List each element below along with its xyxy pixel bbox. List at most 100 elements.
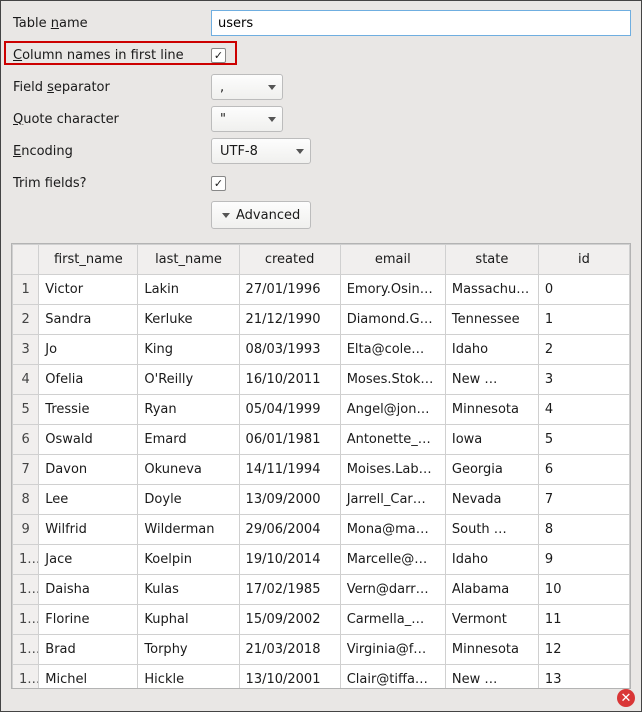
advanced-button[interactable]: Advanced	[211, 201, 311, 229]
preview-table-wrap: first_name last_name created email state…	[11, 243, 631, 689]
encoding-combo[interactable]: UTF-8	[211, 138, 311, 164]
cell-email: Mona@ma…	[340, 515, 445, 545]
cell-last_name: Wilderman	[138, 515, 239, 545]
cell-first_name: Ofelia	[39, 365, 138, 395]
cell-state: Iowa	[445, 425, 538, 455]
cell-last_name: Okuneva	[138, 455, 239, 485]
cell-first_name: Michel	[39, 665, 138, 690]
row-number: 9	[13, 515, 39, 545]
col-header[interactable]: state	[445, 245, 538, 275]
cell-last_name: Torphy	[138, 635, 239, 665]
col-header[interactable]: first_name	[39, 245, 138, 275]
row-number: 3	[13, 335, 39, 365]
col-header[interactable]: id	[538, 245, 629, 275]
cell-created: 08/03/1993	[239, 335, 340, 365]
table-row[interactable]: 11DaishaKulas17/02/1985Vern@darr…Alabama…	[13, 575, 630, 605]
quote-char-combo[interactable]: "	[211, 106, 283, 132]
encoding-value: UTF-8	[220, 144, 258, 159]
table-header: first_name last_name created email state…	[13, 245, 630, 275]
col-header[interactable]: created	[239, 245, 340, 275]
table-row[interactable]: 12FlorineKuphal15/09/2002Carmella_…Vermo…	[13, 605, 630, 635]
cell-id: 8	[538, 515, 629, 545]
import-options-form: Table name Column names in first line ✓ …	[1, 1, 641, 239]
row-number: 2	[13, 305, 39, 335]
table-row[interactable]: 6OswaldEmard06/01/1981Antonette_…Iowa5	[13, 425, 630, 455]
cell-last_name: Emard	[138, 425, 239, 455]
cell-state: Minnesota	[445, 395, 538, 425]
table-row[interactable]: 5TressieRyan05/04/1999Angel@jon…Minnesot…	[13, 395, 630, 425]
field-separator-combo[interactable]: ,	[211, 74, 283, 100]
cell-first_name: Sandra	[39, 305, 138, 335]
cell-state: Idaho	[445, 545, 538, 575]
table-row[interactable]: 4OfeliaO'Reilly16/10/2011Moses.Stok…New …	[13, 365, 630, 395]
table-row[interactable]: 1VictorLakin27/01/1996Emory.Osin…Massach…	[13, 275, 630, 305]
cell-created: 13/10/2001	[239, 665, 340, 690]
table-row[interactable]: 7DavonOkuneva14/11/1994Moises.Lab…Georgi…	[13, 455, 630, 485]
cell-email: Diamond.G…	[340, 305, 445, 335]
trim-fields-row: Trim fields? ✓	[11, 169, 631, 197]
cell-last_name: O'Reilly	[138, 365, 239, 395]
cell-first_name: Lee	[39, 485, 138, 515]
row-number: 7	[13, 455, 39, 485]
cell-first_name: Florine	[39, 605, 138, 635]
cell-id: 7	[538, 485, 629, 515]
row-number: 8	[13, 485, 39, 515]
cell-state: Georgia	[445, 455, 538, 485]
table-name-input[interactable]	[211, 10, 631, 36]
field-separator-value: ,	[220, 80, 224, 95]
cell-id: 6	[538, 455, 629, 485]
cell-first_name: Jo	[39, 335, 138, 365]
preview-table: first_name last_name created email state…	[12, 244, 630, 689]
cell-id: 4	[538, 395, 629, 425]
chevron-down-icon	[296, 149, 304, 154]
table-body: 1VictorLakin27/01/1996Emory.Osin…Massach…	[13, 275, 630, 690]
row-number: 12	[13, 605, 39, 635]
trim-fields-checkbox[interactable]: ✓	[211, 176, 226, 191]
row-number: 1	[13, 275, 39, 305]
footer-status: ✕	[617, 689, 635, 707]
cell-created: 29/06/2004	[239, 515, 340, 545]
row-number: 14	[13, 665, 39, 690]
row-number: 6	[13, 425, 39, 455]
cell-created: 15/09/2002	[239, 605, 340, 635]
table-row[interactable]: 10JaceKoelpin19/10/2014Marcelle@…Idaho9	[13, 545, 630, 575]
col-header[interactable]: email	[340, 245, 445, 275]
cell-state: South …	[445, 515, 538, 545]
cell-last_name: Ryan	[138, 395, 239, 425]
row-number: 10	[13, 545, 39, 575]
cell-first_name: Brad	[39, 635, 138, 665]
table-row[interactable]: 2SandraKerluke21/12/1990Diamond.G…Tennes…	[13, 305, 630, 335]
cell-first_name: Jace	[39, 545, 138, 575]
cell-email: Jarrell_Car…	[340, 485, 445, 515]
cell-email: Carmella_…	[340, 605, 445, 635]
cell-first_name: Victor	[39, 275, 138, 305]
cell-first_name: Daisha	[39, 575, 138, 605]
cell-last_name: Doyle	[138, 485, 239, 515]
column-names-checkbox[interactable]: ✓	[211, 48, 226, 63]
col-header[interactable]: last_name	[138, 245, 239, 275]
chevron-down-icon	[268, 117, 276, 122]
cell-id: 0	[538, 275, 629, 305]
error-icon[interactable]: ✕	[617, 689, 635, 707]
cell-id: 13	[538, 665, 629, 690]
quote-char-value: "	[220, 112, 226, 127]
cell-state: Massachus…	[445, 275, 538, 305]
table-row[interactable]: 8LeeDoyle13/09/2000Jarrell_Car…Nevada7	[13, 485, 630, 515]
table-row[interactable]: 13BradTorphy21/03/2018Virginia@f…Minneso…	[13, 635, 630, 665]
cell-state: Vermont	[445, 605, 538, 635]
cell-email: Moses.Stok…	[340, 365, 445, 395]
field-separator-row: Field separator ,	[11, 73, 631, 101]
cell-id: 11	[538, 605, 629, 635]
cell-email: Angel@jon…	[340, 395, 445, 425]
table-row[interactable]: 3JoKing08/03/1993Elta@cole…Idaho2	[13, 335, 630, 365]
cell-created: 14/11/1994	[239, 455, 340, 485]
cell-last_name: Kerluke	[138, 305, 239, 335]
cell-last_name: Hickle	[138, 665, 239, 690]
chevron-down-icon	[268, 85, 276, 90]
cell-first_name: Tressie	[39, 395, 138, 425]
cell-email: Virginia@f…	[340, 635, 445, 665]
table-row[interactable]: 14MichelHickle13/10/2001Clair@tiffa…New …	[13, 665, 630, 690]
field-separator-label: Field separator	[11, 80, 211, 95]
quote-char-label: Quote character	[11, 112, 211, 127]
table-row[interactable]: 9WilfridWilderman29/06/2004Mona@ma…South…	[13, 515, 630, 545]
